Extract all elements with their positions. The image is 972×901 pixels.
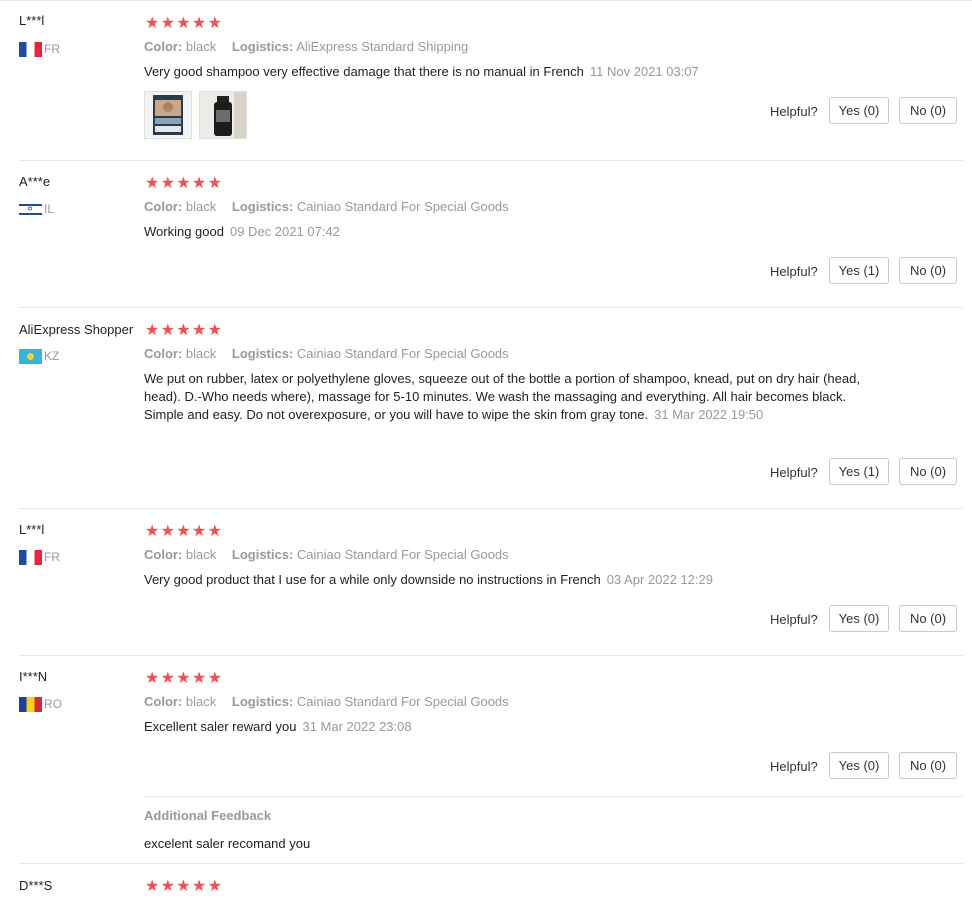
reviewer-country: KZ xyxy=(19,348,59,364)
logistics-label: Logistics: xyxy=(231,694,294,709)
color-label: Color: xyxy=(144,547,183,562)
star-rating: ★★★★★ xyxy=(145,878,224,895)
review-text: Very good product that I use for a while… xyxy=(144,571,864,589)
helpful-yes-button[interactable]: Yes (0) xyxy=(829,752,889,779)
france-flag-icon xyxy=(19,41,42,57)
helpful-no-button[interactable]: No (0) xyxy=(899,458,957,485)
country-code: FR xyxy=(44,550,60,564)
helpful-label: Helpful? xyxy=(770,465,818,480)
country-code: IL xyxy=(44,202,55,216)
reviewer-country: FR xyxy=(19,41,60,57)
review-divider xyxy=(19,655,963,656)
kazakhstan-flag-icon xyxy=(19,348,42,364)
review-divider xyxy=(19,863,963,864)
reviewer-country: RO xyxy=(19,696,62,712)
review-body: Working good xyxy=(144,224,224,239)
helpful-no-button[interactable]: No (0) xyxy=(899,605,957,632)
helpful-yes-button[interactable]: Yes (0) xyxy=(829,97,889,124)
feedback-divider xyxy=(144,796,963,797)
review-body: Very good product that I use for a while… xyxy=(144,572,601,587)
review-date: 31 Mar 2022 19:50 xyxy=(654,407,764,422)
logistics-value: Cainiao Standard For Special Goods xyxy=(296,694,509,709)
color-value: black xyxy=(185,547,217,562)
logistics-value: Cainiao Standard For Special Goods xyxy=(296,547,509,562)
reviewer-country: FR xyxy=(19,549,60,565)
top-divider xyxy=(0,0,972,1)
helpful-no-button[interactable]: No (0) xyxy=(899,257,957,284)
review-date: 03 Apr 2022 12:29 xyxy=(606,572,713,587)
product-bottle-photo-icon xyxy=(200,92,246,138)
review-meta: Color: black Logistics: Cainiao Standard… xyxy=(144,547,509,562)
romania-flag-icon xyxy=(19,696,42,712)
star-rating: ★★★★★ xyxy=(145,15,224,32)
additional-feedback-text: excelent saler recomand you xyxy=(144,836,311,851)
review-meta: Color: black Logistics: Cainiao Standard… xyxy=(144,199,509,214)
logistics-label: Logistics: xyxy=(231,199,294,214)
logistics-label: Logistics: xyxy=(231,39,294,54)
review-date: 31 Mar 2022 23:08 xyxy=(302,719,412,734)
review-text: Excellent saler reward you 31 Mar 2022 23… xyxy=(144,718,864,736)
star-rating: ★★★★★ xyxy=(145,175,224,192)
review-body: Excellent saler reward you xyxy=(144,719,297,734)
country-code: KZ xyxy=(44,349,60,363)
additional-feedback-title: Additional Feedback xyxy=(144,808,272,823)
review-date: 09 Dec 2021 07:42 xyxy=(229,224,340,239)
israel-flag-icon: ✡ xyxy=(19,201,42,217)
color-value: black xyxy=(185,199,217,214)
review-photos xyxy=(144,91,254,141)
review-text: We put on rubber, latex or polyethylene … xyxy=(144,370,864,424)
review-photo-thumbnail[interactable] xyxy=(144,91,192,139)
color-label: Color: xyxy=(144,39,183,54)
reviewer-name: L***l xyxy=(19,13,45,28)
helpful-label: Helpful? xyxy=(770,612,818,627)
review-photo-thumbnail[interactable] xyxy=(199,91,247,139)
color-value: black xyxy=(185,39,217,54)
review-text: Very good shampoo very effective damage … xyxy=(144,63,864,81)
helpful-label: Helpful? xyxy=(770,759,818,774)
country-code: RO xyxy=(44,697,62,711)
country-code: FR xyxy=(44,42,60,56)
reviewer-name: AliExpress Shopper xyxy=(19,322,134,337)
helpful-yes-button[interactable]: Yes (0) xyxy=(829,605,889,632)
helpful-no-button[interactable]: No (0) xyxy=(899,752,957,779)
review-meta: Color: black Logistics: AliExpress Stand… xyxy=(144,39,468,54)
logistics-label: Logistics: xyxy=(231,547,294,562)
color-label: Color: xyxy=(144,199,183,214)
france-flag-icon xyxy=(19,549,42,565)
helpful-label: Helpful? xyxy=(770,104,818,119)
reviewer-name: A***e xyxy=(19,174,51,189)
color-label: Color: xyxy=(144,346,183,361)
review-divider xyxy=(19,508,963,509)
review-divider xyxy=(19,307,963,308)
helpful-no-button[interactable]: No (0) xyxy=(899,97,957,124)
logistics-value: Cainiao Standard For Special Goods xyxy=(296,199,509,214)
helpful-label: Helpful? xyxy=(770,264,818,279)
helpful-yes-button[interactable]: Yes (1) xyxy=(829,257,889,284)
review-text: Working good 09 Dec 2021 07:42 xyxy=(144,223,864,241)
color-label: Color: xyxy=(144,694,183,709)
reviewer-name: L***l xyxy=(19,522,45,537)
color-value: black xyxy=(185,694,217,709)
reviewer-country: ✡ IL xyxy=(19,201,54,217)
star-rating: ★★★★★ xyxy=(145,670,224,687)
review-divider xyxy=(19,160,963,161)
review-meta: Color: black Logistics: Cainiao Standard… xyxy=(144,346,509,361)
logistics-label: Logistics: xyxy=(231,346,294,361)
helpful-yes-button[interactable]: Yes (1) xyxy=(829,458,889,485)
logistics-value: AliExpress Standard Shipping xyxy=(296,39,469,54)
star-rating: ★★★★★ xyxy=(145,523,224,540)
reviewer-name: I***N xyxy=(19,669,48,684)
review-date: 11 Nov 2021 03:07 xyxy=(589,64,699,79)
reviewer-name: D***S xyxy=(19,878,53,893)
product-box-photo-icon xyxy=(145,92,191,138)
star-rating: ★★★★★ xyxy=(145,322,224,339)
color-value: black xyxy=(185,346,217,361)
logistics-value: Cainiao Standard For Special Goods xyxy=(296,346,509,361)
review-meta: Color: black Logistics: Cainiao Standard… xyxy=(144,694,509,709)
review-body: Very good shampoo very effective damage … xyxy=(144,64,584,79)
